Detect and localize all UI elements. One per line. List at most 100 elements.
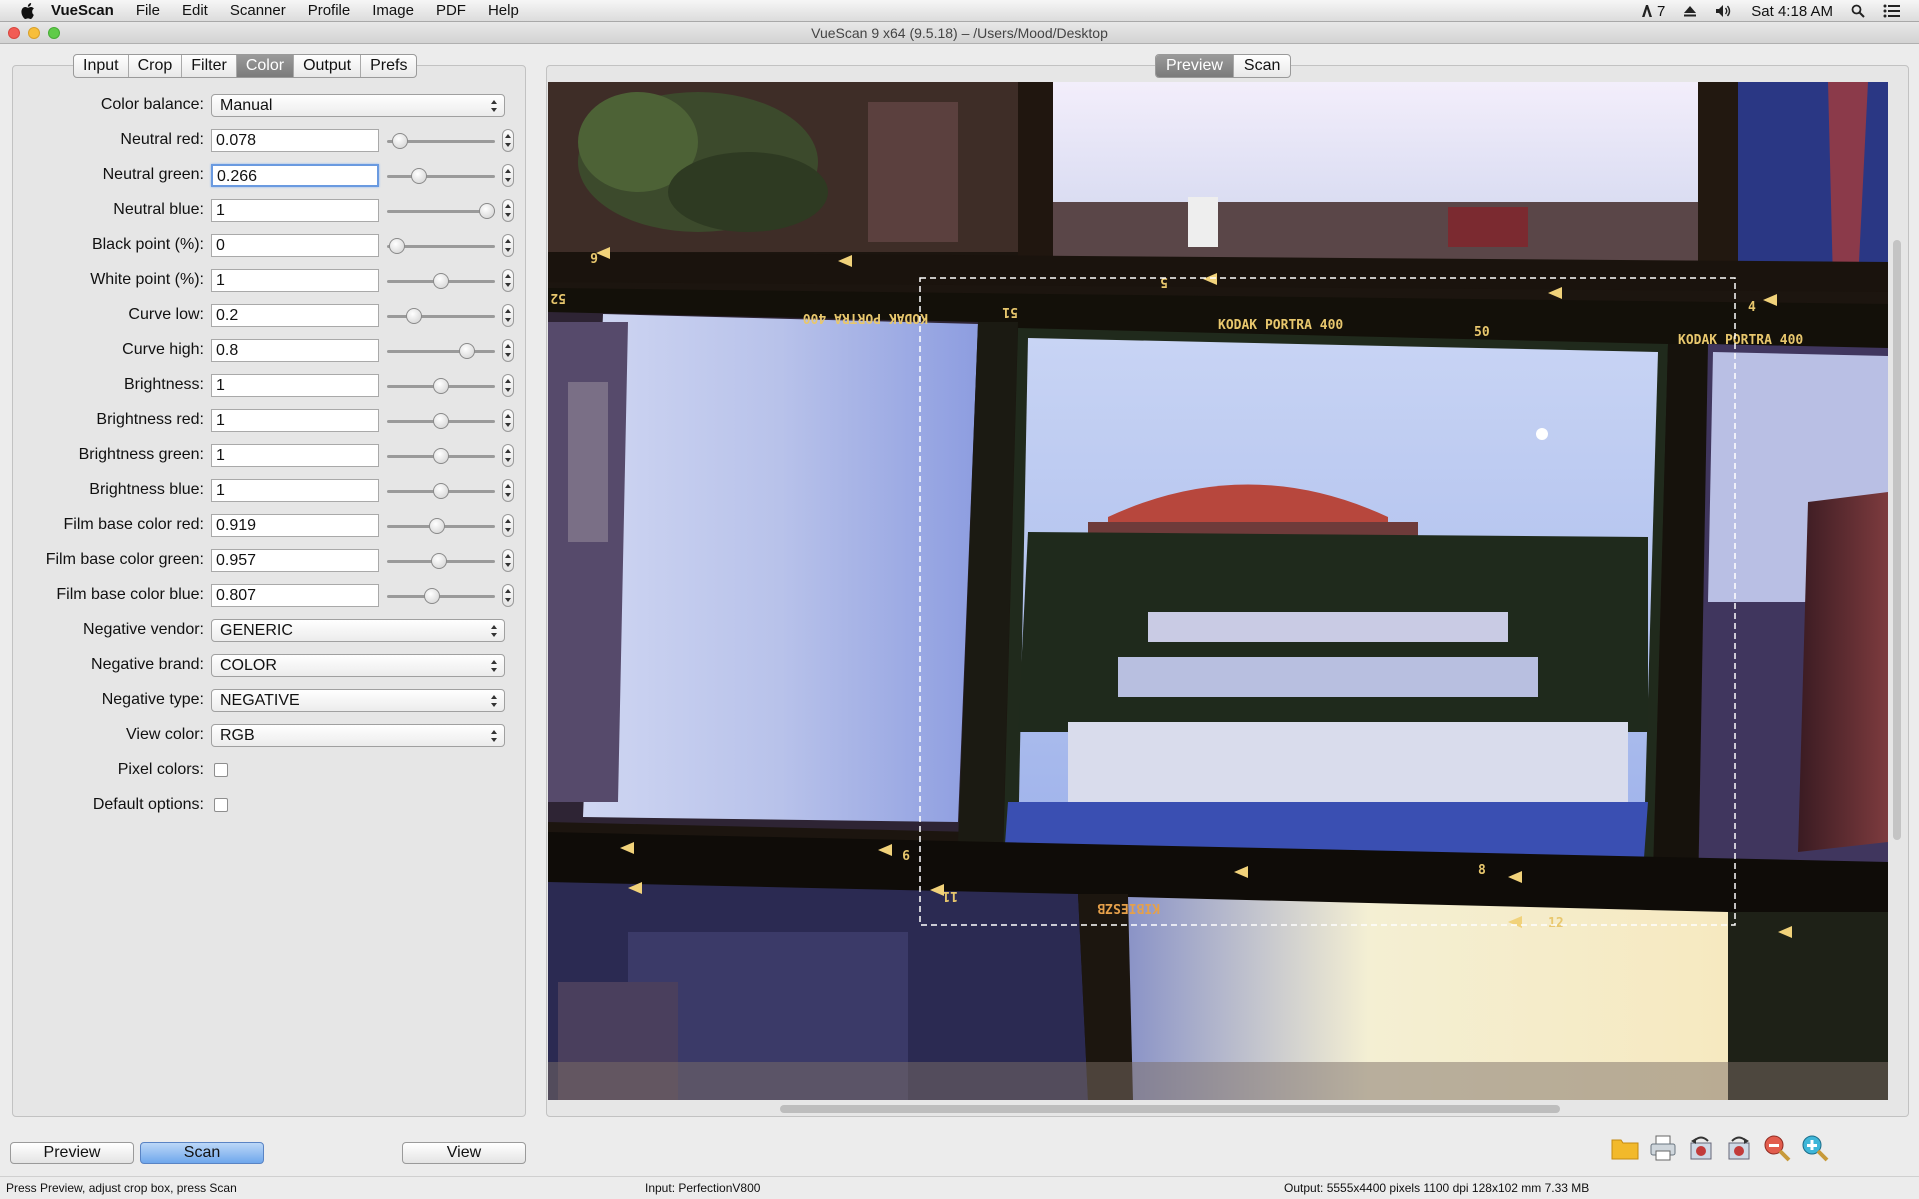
film-base-green-slider[interactable]	[387, 551, 495, 571]
close-window-button[interactable]	[8, 27, 20, 39]
default-options-checkbox[interactable]	[214, 798, 228, 812]
folder-icon[interactable]	[1610, 1133, 1640, 1163]
film-base-green-stepper[interactable]	[502, 549, 514, 572]
curve-high-field[interactable]: 0.8	[211, 339, 379, 362]
neutral-red-stepper[interactable]	[502, 129, 514, 152]
view-color-select[interactable]: RGB	[211, 724, 505, 747]
eject-icon[interactable]	[1683, 4, 1697, 18]
menu-profile[interactable]: Profile	[308, 2, 351, 19]
pixel-colors-checkbox[interactable]	[214, 763, 228, 777]
horizontal-scrollbar[interactable]	[780, 1105, 1560, 1113]
tab-scan[interactable]: Scan	[1234, 55, 1290, 77]
slider-knob[interactable]	[406, 308, 422, 324]
slider-knob[interactable]	[458, 343, 475, 359]
volume-icon[interactable]	[1715, 4, 1733, 18]
tab-filter[interactable]: Filter	[182, 55, 237, 77]
film-base-red-slider[interactable]	[387, 516, 495, 536]
menu-image[interactable]: Image	[372, 2, 414, 19]
tab-crop[interactable]: Crop	[129, 55, 183, 77]
film-base-green-field[interactable]: 0.957	[211, 549, 379, 572]
brightness-slider[interactable]	[387, 376, 495, 396]
scan-button[interactable]: Scan	[140, 1142, 264, 1164]
film-base-blue-stepper[interactable]	[502, 584, 514, 607]
white-point-slider[interactable]	[387, 271, 495, 291]
slider-knob[interactable]	[388, 238, 405, 254]
white-point-field[interactable]: 1	[211, 269, 379, 292]
zoom-in-icon[interactable]	[1800, 1133, 1830, 1163]
white-point-stepper[interactable]	[502, 269, 514, 292]
tab-input[interactable]: Input	[74, 55, 129, 77]
curve-high-stepper[interactable]	[502, 339, 514, 362]
neutral-red-slider[interactable]	[387, 131, 495, 151]
brightness-red-slider[interactable]	[387, 411, 495, 431]
preview-button[interactable]: Preview	[10, 1142, 134, 1164]
zoom-window-button[interactable]	[48, 27, 60, 39]
tab-color[interactable]: Color	[236, 55, 295, 77]
neutral-blue-stepper[interactable]	[502, 199, 514, 222]
black-point-field[interactable]: 0	[211, 234, 379, 257]
brightness-blue-field[interactable]: 1	[211, 479, 379, 502]
neutral-blue-field[interactable]: 1	[211, 199, 379, 222]
black-point-slider[interactable]	[387, 236, 495, 256]
black-point-stepper[interactable]	[502, 234, 514, 257]
neutral-blue-slider[interactable]	[387, 201, 496, 221]
menu-app-name[interactable]: VueScan	[51, 2, 114, 19]
slider-knob[interactable]	[433, 448, 449, 464]
brightness-blue-stepper[interactable]	[502, 479, 514, 502]
tab-preview[interactable]: Preview	[1156, 55, 1234, 77]
film-base-blue-slider[interactable]	[387, 586, 495, 606]
slider-knob[interactable]	[430, 553, 447, 569]
slider-knob[interactable]	[428, 518, 445, 534]
menu-edit[interactable]: Edit	[182, 2, 208, 19]
color-balance-select[interactable]: Manual	[211, 94, 505, 117]
neutral-green-stepper[interactable]	[502, 164, 514, 187]
rotate-left-icon[interactable]	[1686, 1133, 1716, 1163]
brightness-blue-slider[interactable]	[387, 481, 495, 501]
brightness-red-field[interactable]: 1	[211, 409, 379, 432]
slider-knob[interactable]	[433, 273, 449, 289]
minimize-window-button[interactable]	[28, 27, 40, 39]
brightness-green-stepper[interactable]	[502, 444, 514, 467]
slider-knob[interactable]	[433, 413, 449, 429]
view-button[interactable]: View	[402, 1142, 526, 1164]
notification-center-icon[interactable]	[1883, 4, 1901, 18]
brightness-stepper[interactable]	[502, 374, 514, 397]
adobe-status-icon[interactable]: 7	[1640, 3, 1665, 20]
vertical-scrollbar[interactable]	[1893, 240, 1901, 840]
brightness-field[interactable]: 1	[211, 374, 379, 397]
film-base-blue-field[interactable]: 0.807	[211, 584, 379, 607]
slider-knob[interactable]	[424, 588, 441, 604]
slider-knob[interactable]	[411, 168, 428, 184]
brightness-green-slider[interactable]	[387, 446, 495, 466]
menu-pdf[interactable]: PDF	[436, 2, 466, 19]
negative-vendor-select[interactable]: GENERIC	[211, 619, 505, 642]
slider-knob[interactable]	[479, 203, 496, 219]
spotlight-search-icon[interactable]	[1851, 4, 1865, 18]
film-base-red-stepper[interactable]	[502, 514, 514, 537]
negative-brand-select[interactable]: COLOR	[211, 654, 505, 677]
apple-menu-icon[interactable]	[17, 1, 37, 21]
neutral-green-slider[interactable]	[387, 166, 495, 186]
negative-type-select[interactable]: NEGATIVE	[211, 689, 505, 712]
print-icon[interactable]	[1648, 1133, 1678, 1163]
curve-low-field[interactable]: 0.2	[211, 304, 379, 327]
neutral-red-field[interactable]: 0.078	[211, 129, 379, 152]
brightness-red-stepper[interactable]	[502, 409, 514, 432]
tab-output[interactable]: Output	[294, 55, 362, 77]
rotate-right-icon[interactable]	[1724, 1133, 1754, 1163]
tab-prefs[interactable]: Prefs	[361, 55, 416, 77]
menu-clock[interactable]: Sat 4:18 AM	[1751, 3, 1833, 20]
film-base-red-field[interactable]: 0.919	[211, 514, 379, 537]
slider-knob[interactable]	[433, 483, 449, 499]
menu-file[interactable]: File	[136, 2, 160, 19]
menu-scanner[interactable]: Scanner	[230, 2, 286, 19]
curve-low-slider[interactable]	[387, 306, 495, 326]
neutral-green-field[interactable]: 0.266	[211, 164, 379, 187]
curve-high-slider[interactable]	[387, 341, 495, 361]
zoom-out-icon[interactable]	[1762, 1133, 1792, 1163]
slider-knob[interactable]	[433, 378, 449, 394]
menu-help[interactable]: Help	[488, 2, 519, 19]
brightness-green-field[interactable]: 1	[211, 444, 379, 467]
curve-low-stepper[interactable]	[502, 304, 514, 327]
preview-image[interactable]: KODAK PORTRA 400 KODAK PORTRA 400 KODAK …	[548, 82, 1888, 1100]
